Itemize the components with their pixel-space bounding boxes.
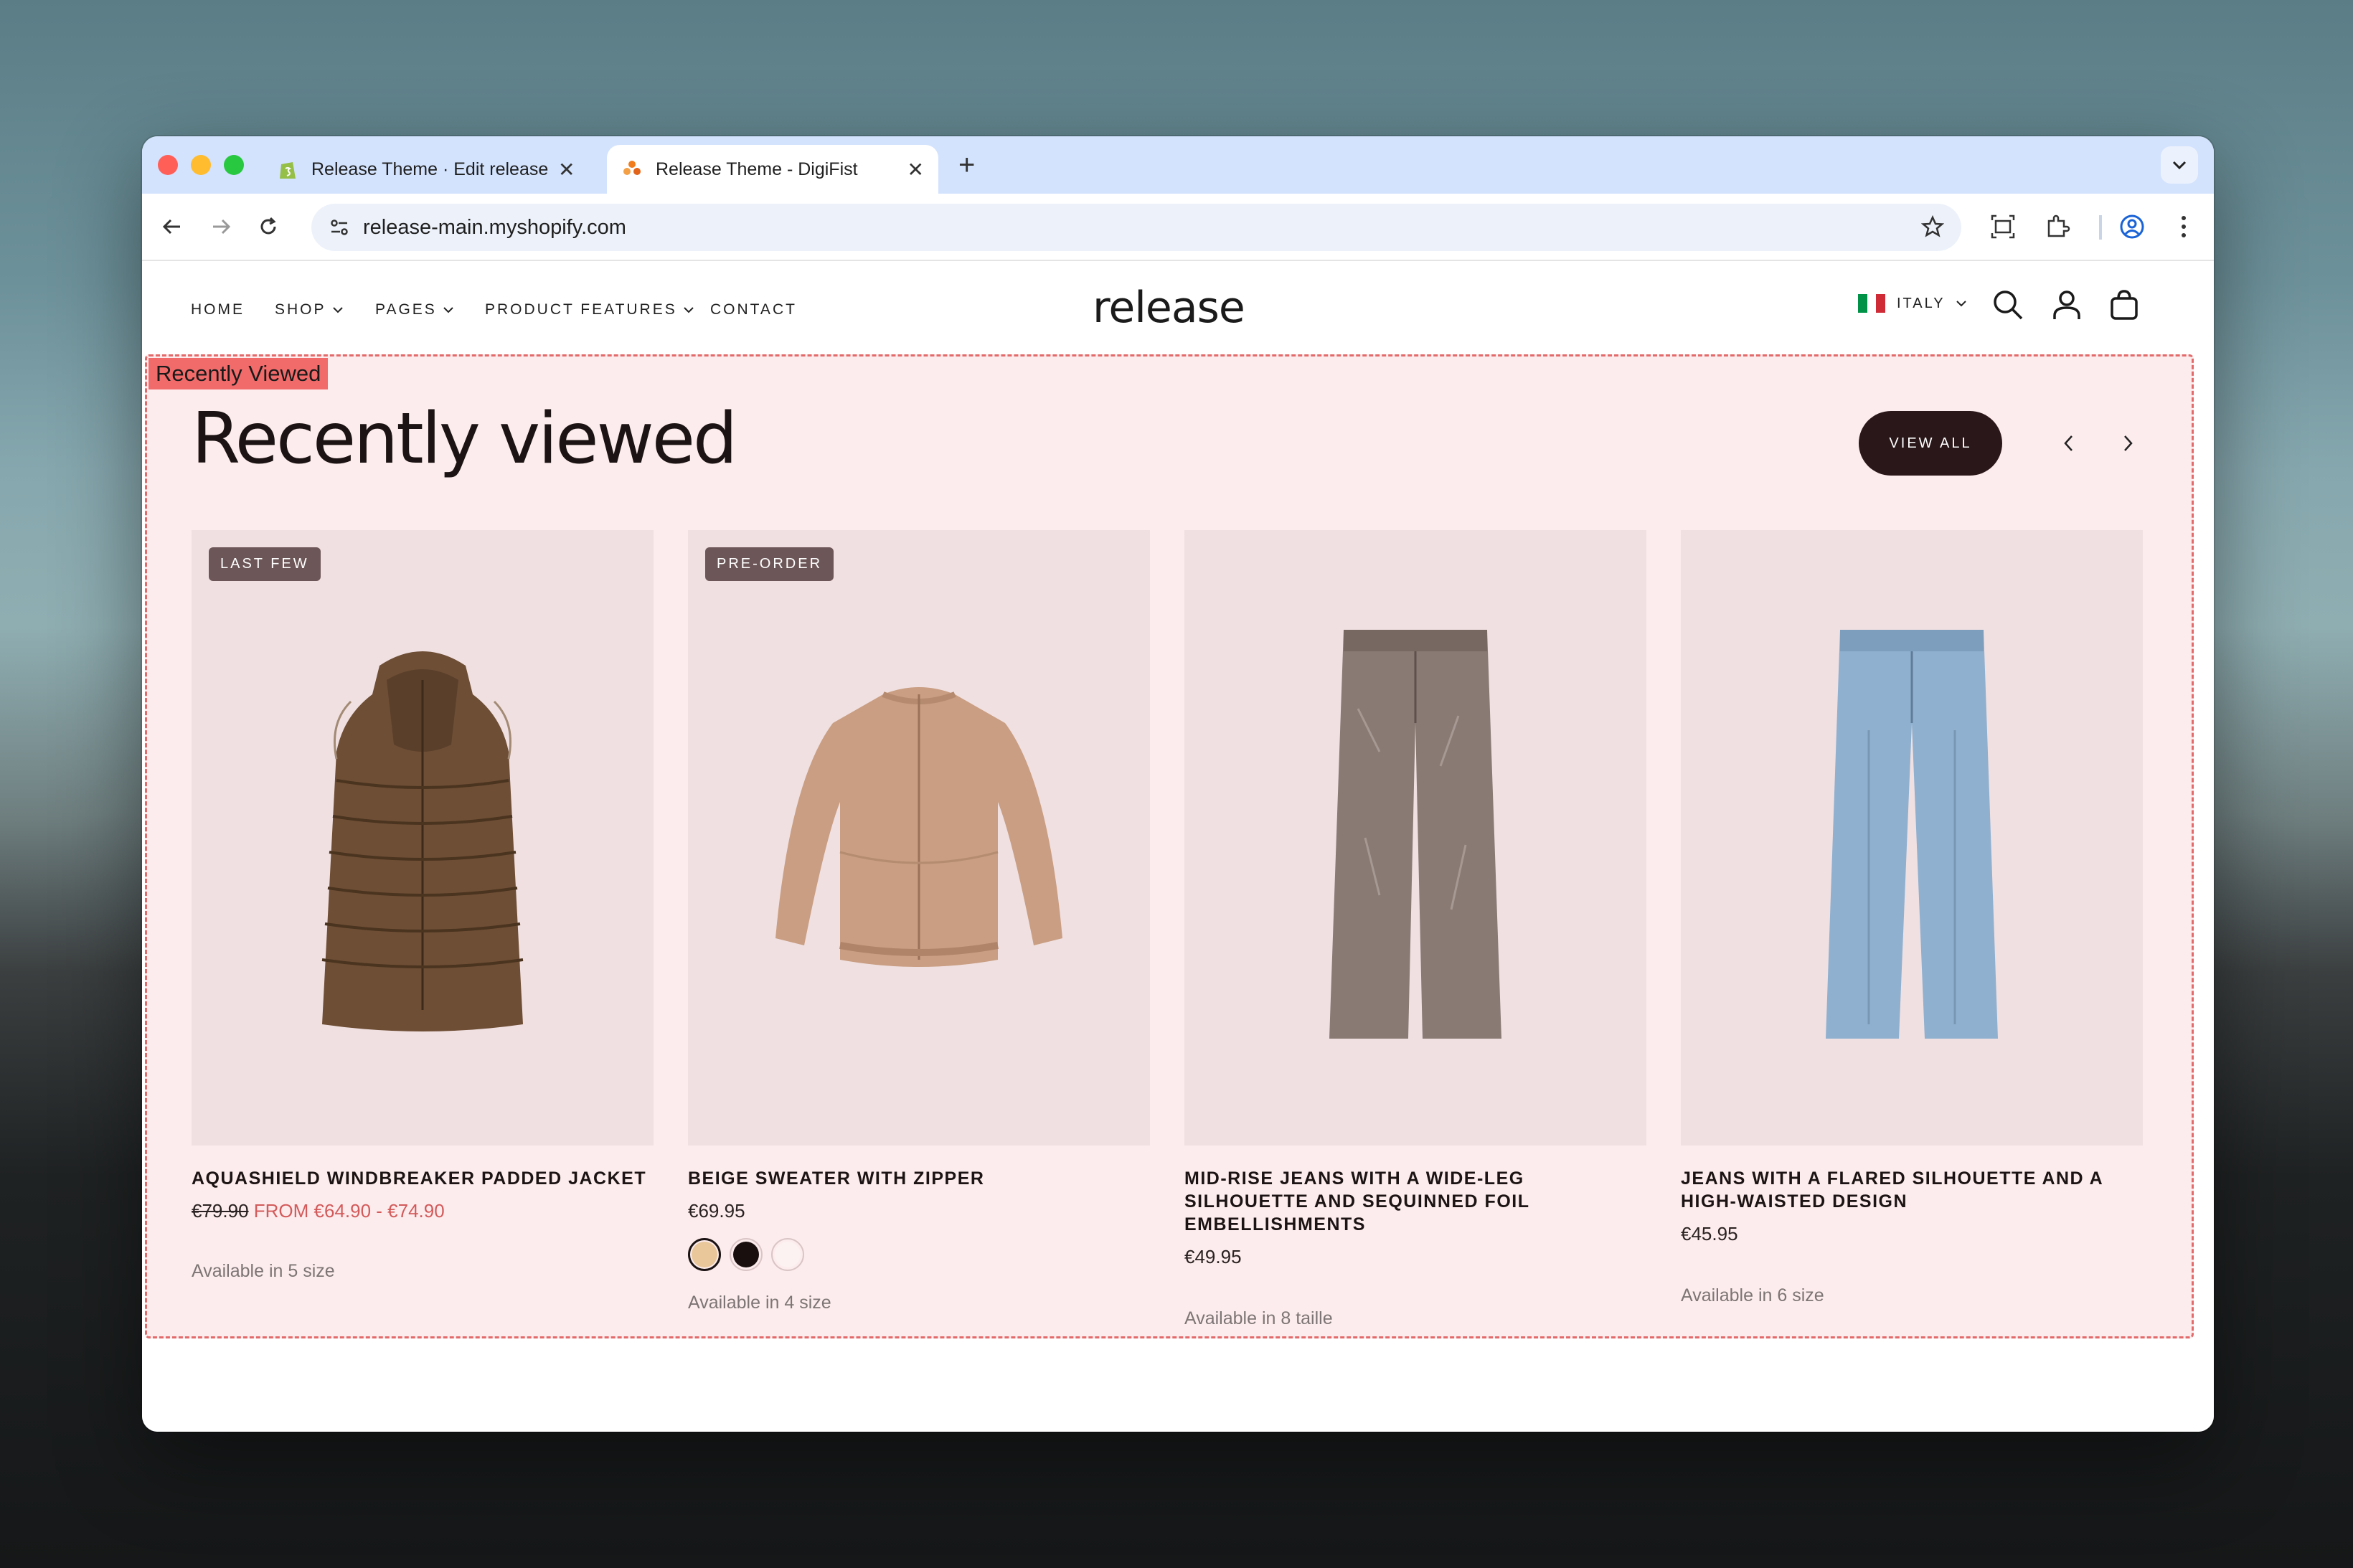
reload-button[interactable] [250,208,287,245]
site-header: HOME SHOP PAGES PRODUCT FEATURES CONTACT… [142,261,2197,354]
availability-text: Available in 8 taille [1184,1308,1333,1328]
availability-text: Available in 4 size [688,1293,831,1313]
account-icon[interactable] [2050,288,2086,324]
close-icon[interactable]: ✕ [558,158,575,181]
view-all-button[interactable]: VIEW ALL [1859,411,2002,476]
chevron-down-icon [1956,301,1966,307]
tab-title: Release Theme - DigiFist [656,159,858,179]
nav-contact[interactable]: CONTACT [710,301,797,318]
country-label: ITALY [1897,295,1946,311]
page-viewport: HOME SHOP PAGES PRODUCT FEATURES CONTACT… [142,261,2214,1432]
close-window-button[interactable] [158,155,178,175]
arrow-right-icon [213,219,231,235]
chevron-down-icon [684,307,694,313]
nav-label: HOME [191,301,245,318]
flared-jeans-image [1826,630,1998,1039]
swatch-beige[interactable] [688,1238,721,1271]
chevron-down-icon [2172,161,2187,169]
close-icon[interactable]: ✕ [907,158,924,181]
address-bar[interactable]: release-main.myshopify.com [311,204,1961,251]
chevron-down-icon [332,307,343,313]
carousel-prev-button[interactable] [2051,425,2087,461]
minimize-window-button[interactable] [191,155,211,175]
nav-pages[interactable]: PAGES [375,301,454,318]
product-image[interactable]: LAST FEW [192,530,654,1146]
product-image[interactable] [1681,530,2143,1146]
wide-leg-jeans-image [1329,630,1501,1039]
product-card[interactable]: PRE-ORDER BEIGE SWEATER WITH ZIPPER €69.… [688,530,1150,1313]
color-swatches [688,1238,1150,1271]
section-title: Recently viewed [192,398,737,480]
product-image[interactable]: PRE-ORDER [688,530,1150,1146]
product-name[interactable]: JEANS WITH A FLARED SILHOUETTE AND A HIG… [1681,1167,2143,1213]
product-name[interactable]: BEIGE SWEATER WITH ZIPPER [688,1167,1150,1190]
chevron-right-icon [2124,435,2133,451]
product-price: €79.90 FROM €64.90 - €74.90 [192,1200,654,1222]
nav-label: CONTACT [710,301,797,318]
browser-toolbar: release-main.myshopify.com [142,194,2214,261]
product-name[interactable]: MID-RISE JEANS WITH A WIDE-LEG SILHOUETT… [1184,1167,1646,1236]
tab-release-theme[interactable]: Release Theme - DigiFist ✕ [607,145,938,194]
product-price: €69.95 [688,1200,745,1222]
product-card[interactable]: MID-RISE JEANS WITH A WIDE-LEG SILHOUETT… [1184,530,1646,1329]
new-tab-button[interactable]: + [958,149,975,181]
nav-shop[interactable]: SHOP [275,301,344,318]
nav-label: SHOP [275,301,326,318]
product-card[interactable]: JEANS WITH A FLARED SILHOUETTE AND A HIG… [1681,530,2143,1306]
back-button[interactable] [154,208,191,245]
browser-window: Release Theme · Edit release ✕ Release T… [142,136,2214,1432]
carousel-next-button[interactable] [2110,425,2146,461]
nav-home[interactable]: HOME [191,301,245,318]
product-image[interactable] [1184,530,1646,1146]
site-logo[interactable]: release [1093,283,1245,333]
italy-flag-icon [1858,294,1886,313]
forward-button[interactable] [202,208,240,245]
chevron-left-icon [2064,435,2073,451]
bookmark-star-icon[interactable] [1920,214,1945,242]
site-info-icon[interactable] [329,217,350,238]
product-price: €49.95 [1184,1246,1242,1267]
product-price: €45.95 [1681,1223,1738,1245]
tab-search-button[interactable] [2161,146,2198,184]
recently-viewed-section: Recently Viewed Recently viewed VIEW ALL… [145,354,2194,1338]
tab-bar: Release Theme · Edit release ✕ Release T… [142,136,2214,194]
tab-title: Release Theme · Edit release [311,159,548,179]
price-sale: FROM €64.90 - €74.90 [253,1200,445,1222]
chevron-down-icon [443,307,453,313]
availability-text: Available in 5 size [192,1261,335,1281]
availability-text: Available in 6 size [1681,1285,1824,1305]
search-icon[interactable] [1991,288,2027,324]
zip-sweater-image [775,687,1062,967]
cart-bag-icon[interactable] [2108,288,2144,324]
product-card[interactable]: LAST FEW AQUASHIELD WINDBREAKER PADDED J [192,530,654,1282]
price-compare: €79.90 [192,1200,249,1222]
screenshot-icon[interactable] [1986,209,2020,244]
nav-product-features[interactable]: PRODUCT FEATURES [485,301,694,318]
product-badge: PRE-ORDER [705,547,834,581]
nav-label: PRODUCT FEATURES [485,301,677,318]
country-selector[interactable]: ITALY [1858,294,1967,313]
arrow-left-icon [162,219,180,235]
maximize-window-button[interactable] [224,155,244,175]
digifist-icon [621,159,643,180]
profile-icon[interactable] [2115,209,2149,244]
extensions-icon[interactable] [2040,209,2075,244]
toolbar-divider [2099,215,2102,240]
reload-icon [260,217,276,235]
product-name[interactable]: AQUASHIELD WINDBREAKER PADDED JACKET [192,1167,654,1190]
swatch-black[interactable] [730,1238,763,1271]
more-menu-icon[interactable] [2166,209,2201,244]
nav-label: PAGES [375,301,437,318]
url-text: release-main.myshopify.com [363,215,626,239]
padded-vest-image [321,651,524,1031]
shopify-icon [277,159,298,180]
product-badge: LAST FEW [209,547,321,581]
swatch-white[interactable] [771,1238,804,1271]
section-editor-label: Recently Viewed [148,358,329,389]
